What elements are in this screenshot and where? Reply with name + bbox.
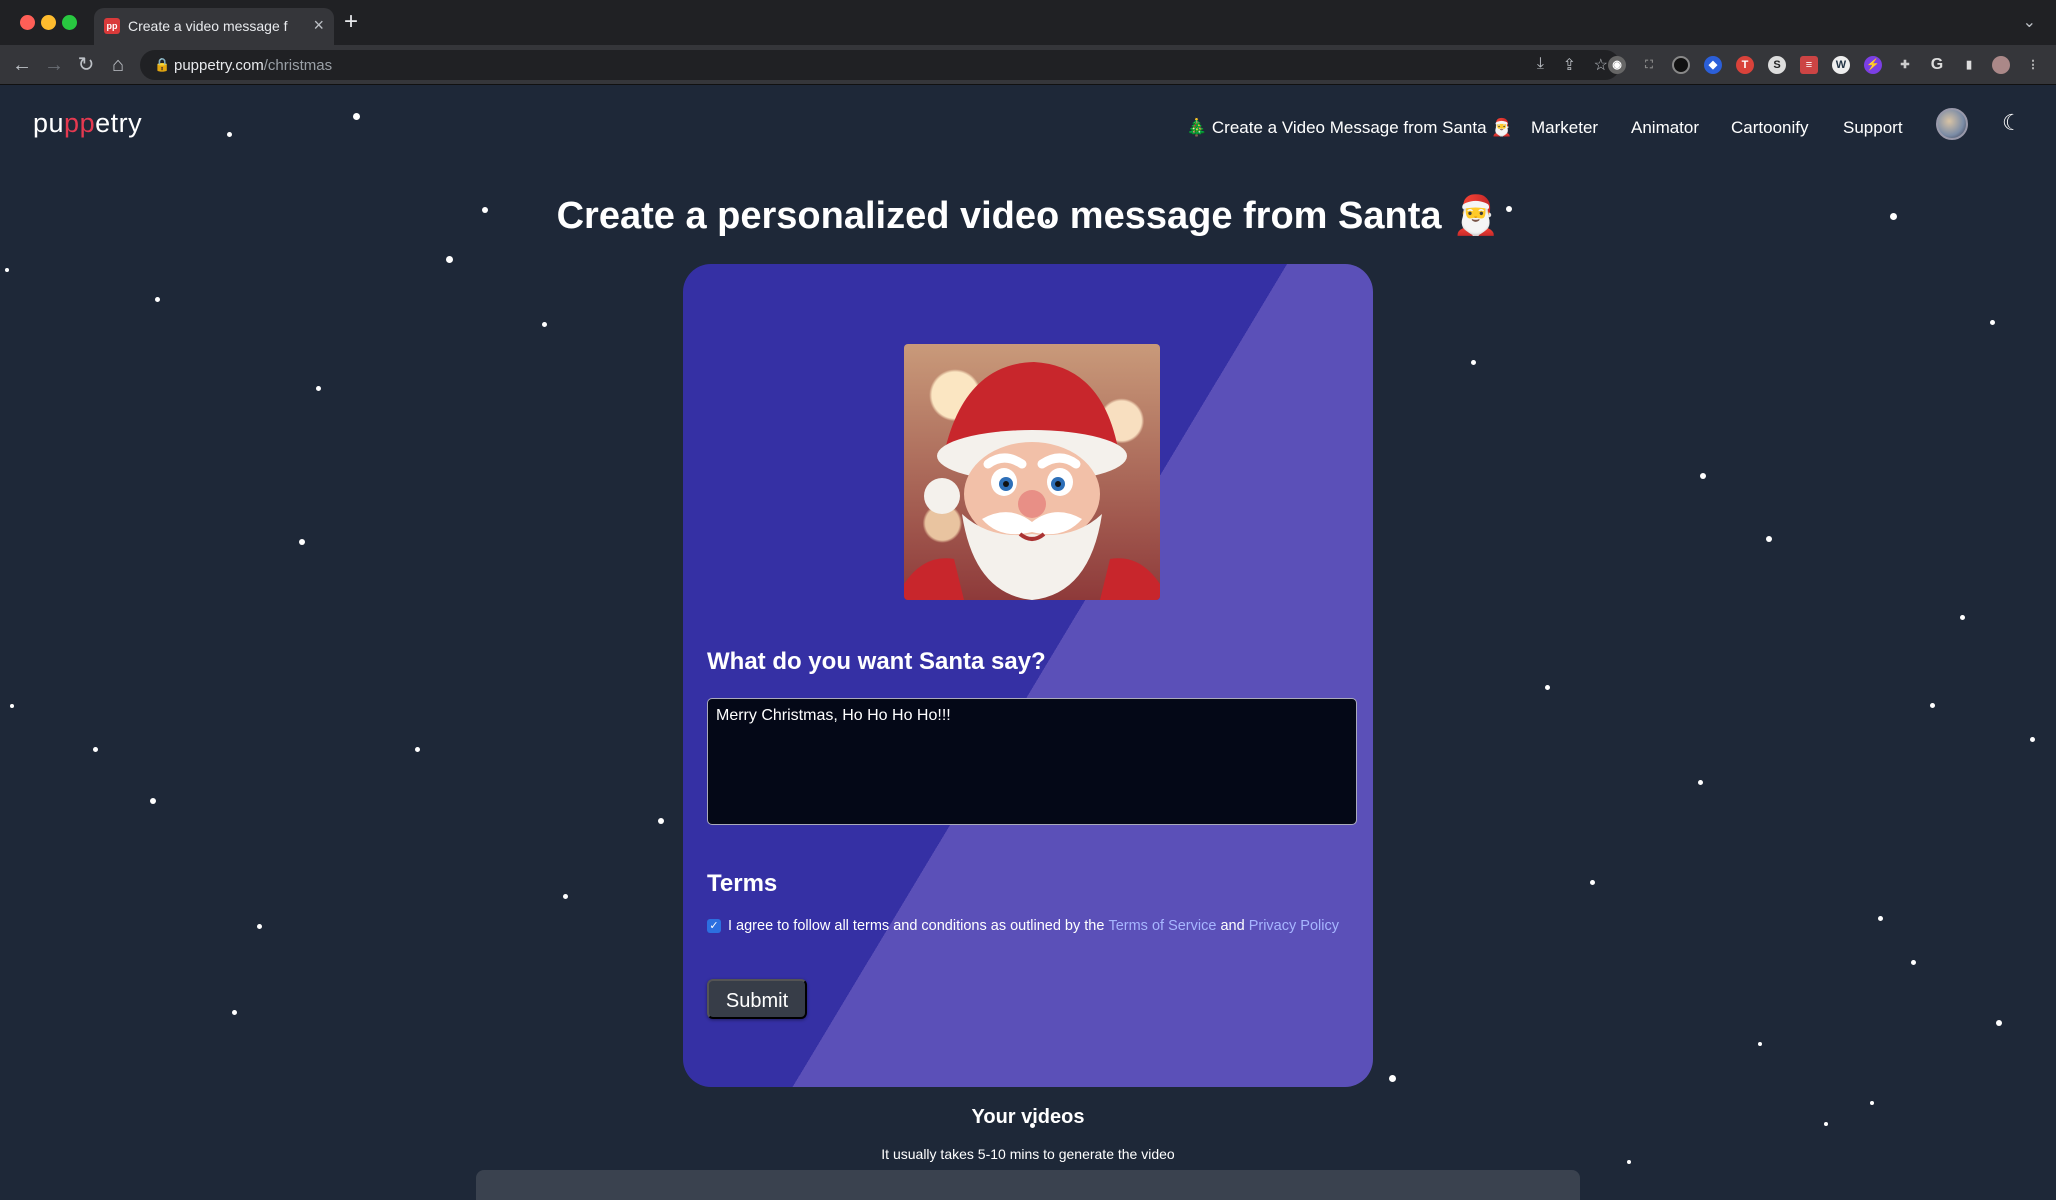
terms-text: I agree to follow all terms and conditio… [728,918,1105,934]
tab-title: Create a video message from [128,18,288,34]
message-question: What do you want Santa say? [707,648,1046,675]
santa-image [904,344,1160,600]
nav-animator[interactable]: Animator [1631,118,1699,138]
snowflake [1878,916,1883,921]
terms-heading: Terms [707,870,778,897]
snowflake [150,798,156,804]
snowflake [155,297,160,302]
nav-santa-video[interactable]: 🎄 Create a Video Message from Santa 🎅 [1186,118,1512,138]
side-panel-icon[interactable]: ▮ [1960,56,1978,74]
share-icon[interactable]: ⇪ [1563,55,1576,75]
snowflake [227,132,232,137]
w-extension-icon[interactable]: W [1832,56,1850,74]
browser-tab[interactable]: pp Create a video message from × [94,8,334,45]
videos-list-panel [476,1170,1580,1200]
browser-tabstrip: pp Create a video message from × + ⌄ [0,0,2056,45]
snowflake [1698,780,1703,785]
snowflake [1930,703,1935,708]
nav-support[interactable]: Support [1843,118,1903,138]
snowflake [563,894,568,899]
snowflake [1590,880,1595,885]
snowflake [1471,360,1476,365]
lock-icon: 🔒 [154,57,171,72]
url-text: puppetry.com/christmas [174,57,333,74]
user-avatar[interactable] [1936,108,1968,140]
s-extension-icon[interactable]: S [1768,56,1786,74]
snowflake [2030,737,2035,742]
page-title: Create a personalized video message from… [556,195,1500,237]
terms-of-service-link[interactable]: Terms of Service [1108,918,1216,934]
snowflake [1389,1075,1396,1082]
profile-avatar-icon[interactable] [1992,56,2010,74]
snowflake [1700,473,1706,479]
screenshot-extension-icon[interactable]: ⛶ [1640,56,1658,74]
snowflake [353,113,360,120]
snowflake [1870,1101,1874,1105]
snowflake [1545,685,1550,690]
minimize-window-button[interactable] [41,15,56,30]
snowflake [299,539,305,545]
privacy-policy-link[interactable]: Privacy Policy [1249,918,1339,934]
snowflake [415,747,420,752]
browser-toolbar: ← → ↻ ⌂ 🔒 puppetry.com/christmas ⤓ ⇪ ☆ ◉… [0,45,2056,85]
page: puppetry 🎄 Create a Video Message from S… [0,86,2056,1200]
record-extension-icon[interactable] [1672,56,1690,74]
forward-icon[interactable]: → [40,51,68,79]
camera-extension-icon[interactable]: ◉ [1608,56,1626,74]
snowflake [257,924,262,929]
terms-agreement: ✓ I agree to follow all terms and condit… [707,918,1339,934]
browser-menu-icon[interactable]: ⋮ [2024,56,2042,74]
snowflake [5,268,9,272]
snowflake [446,256,453,263]
puppetry-favicon-icon: pp [104,18,120,34]
snowflake [542,322,547,327]
snowflake [1766,536,1772,542]
shield-extension-icon[interactable]: ◆ [1704,56,1722,74]
dark-mode-moon-icon[interactable]: ☾ [2002,110,2022,136]
snowflake [1758,1042,1762,1046]
install-app-icon[interactable]: ⤓ [1537,55,1544,73]
address-bar[interactable]: 🔒 puppetry.com/christmas ⤓ ⇪ ☆ [140,50,1620,80]
bolt-extension-icon[interactable]: ⚡ [1864,56,1882,74]
tab-close-icon[interactable]: × [313,15,324,36]
snowflake [1996,1020,2002,1026]
home-icon[interactable]: ⌂ [104,51,132,79]
snowflake [1990,320,1995,325]
snowflake [93,747,98,752]
snowflake [10,704,14,708]
generation-time-note: It usually takes 5-10 mins to generate t… [881,1146,1175,1162]
nav-cartoonify[interactable]: Cartoonify [1731,118,1808,138]
message-textarea[interactable]: Merry Christmas, Ho Ho Ho Ho!!! [707,698,1357,825]
puppetry-logo[interactable]: puppetry [33,108,142,139]
santa-form-card: What do you want Santa say? Merry Christ… [683,264,1373,1087]
snowflake [1960,615,1965,620]
list-extension-icon[interactable]: ≡ [1800,56,1818,74]
bookmark-star-icon[interactable]: ☆ [1594,55,1608,75]
snowflake [232,1010,237,1015]
snowflake [1911,960,1916,965]
snowflake [658,818,664,824]
new-tab-button[interactable]: + [344,10,358,34]
submit-button[interactable]: Submit [707,979,807,1019]
back-icon[interactable]: ← [8,51,36,79]
terms-and: and [1220,918,1245,934]
extensions-puzzle-icon[interactable]: ✚ [1896,56,1914,74]
tab-search-chevron-icon[interactable]: ⌄ [2023,12,2036,32]
close-window-button[interactable] [20,15,35,30]
snowflake [316,386,321,391]
nav-marketer[interactable]: Marketer [1531,118,1598,138]
terms-checkbox[interactable]: ✓ [707,919,721,933]
maximize-window-button[interactable] [62,15,77,30]
red-extension-icon[interactable]: T [1736,56,1754,74]
reload-icon[interactable]: ↻ [72,51,100,79]
your-videos-heading: Your videos [971,1106,1085,1128]
grammarly-g-icon[interactable]: G [1928,56,1946,74]
